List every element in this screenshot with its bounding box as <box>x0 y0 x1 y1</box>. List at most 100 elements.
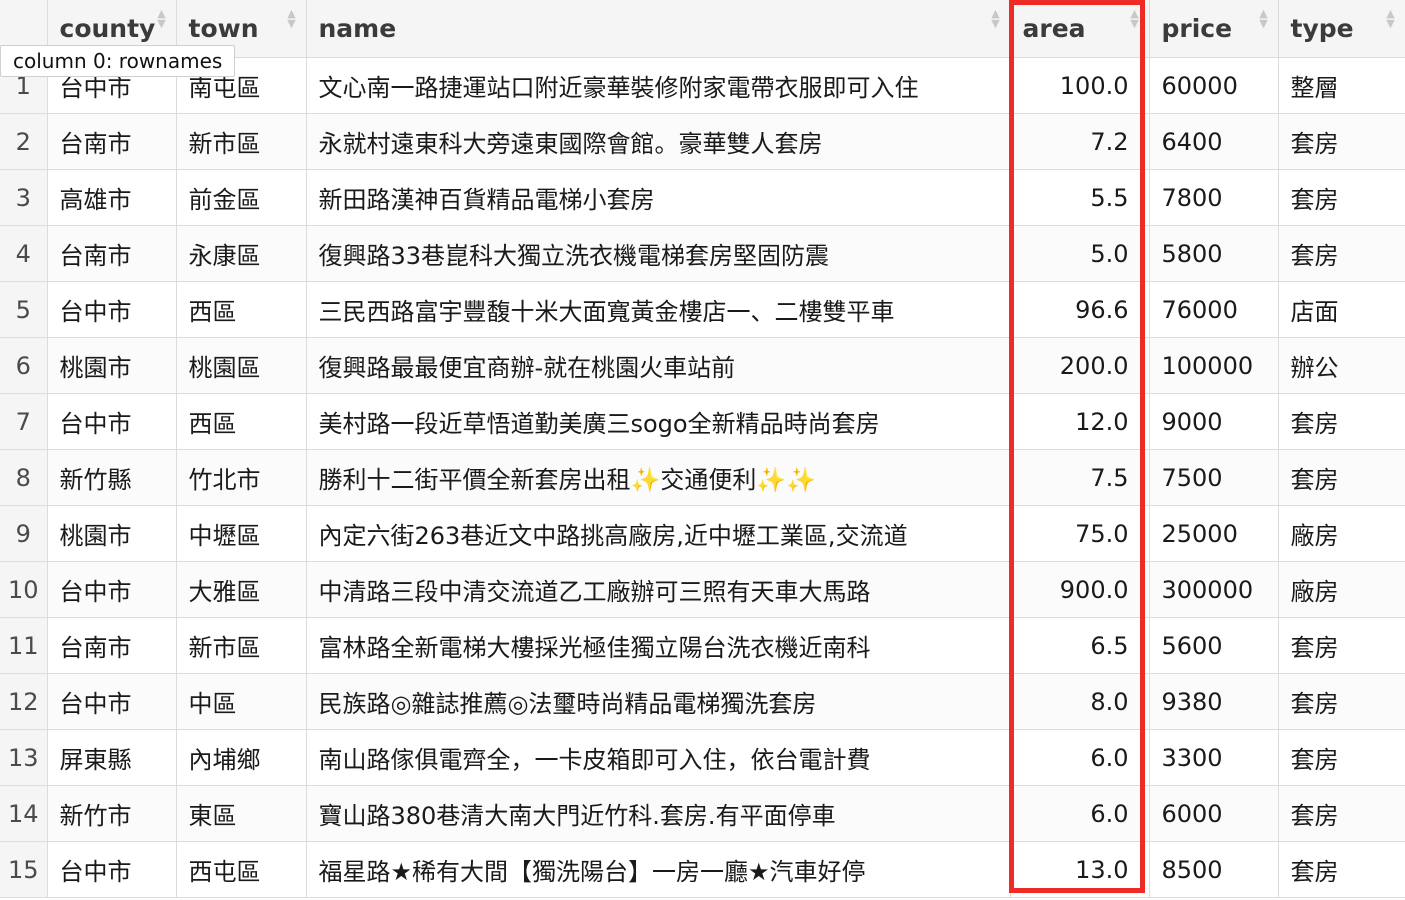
type-cell[interactable]: 店面 <box>1278 281 1405 338</box>
table-row[interactable]: 6 桃園市 桃園區 復興路最最便宜商辦-就在桃園火車站前 200.0 100000 辦公 <box>0 337 1405 394</box>
type-cell[interactable]: 廠房 <box>1278 505 1405 562</box>
name-cell[interactable]: 寶山路380巷清大南大門近竹科.套房.有平面停車 <box>306 785 1011 842</box>
name-cell[interactable]: 中清路三段中清交流道乙工廠辦可三照有天車大馬路 <box>306 561 1011 618</box>
area-cell[interactable]: 5.5 <box>1010 169 1150 226</box>
price-cell[interactable]: 6400 <box>1149 113 1279 170</box>
row-number-cell[interactable]: 2 <box>0 113 48 170</box>
area-cell[interactable]: 12.0 <box>1010 393 1150 450</box>
area-cell[interactable]: 6.0 <box>1010 785 1150 842</box>
column-header-type[interactable]: type ▲ ▼ <box>1278 0 1405 58</box>
name-cell[interactable]: 南山路傢俱電齊全，一卡皮箱即可入住，依台電計費 <box>306 729 1011 786</box>
town-cell[interactable]: 竹北市 <box>176 449 307 506</box>
row-number-cell[interactable]: 14 <box>0 785 48 842</box>
row-number-cell[interactable]: 10 <box>0 561 48 618</box>
row-number-cell[interactable]: 3 <box>0 169 48 226</box>
price-cell[interactable]: 25000 <box>1149 505 1279 562</box>
type-cell[interactable]: 套房 <box>1278 169 1405 226</box>
town-cell[interactable]: 西區 <box>176 281 307 338</box>
row-number-cell[interactable]: 5 <box>0 281 48 338</box>
sort-icon[interactable]: ▲ ▼ <box>1385 8 1397 31</box>
name-cell[interactable]: 三民西路富宇豐馥十米大面寬黃金樓店一、二樓雙平車 <box>306 281 1011 338</box>
county-cell[interactable]: 台中市 <box>47 673 177 730</box>
county-cell[interactable]: 台中市 <box>47 841 177 898</box>
name-cell[interactable]: 內定六街263巷近文中路挑高廠房,近中壢工業區,交流道 <box>306 505 1011 562</box>
table-row[interactable]: 9 桃園市 中壢區 內定六街263巷近文中路挑高廠房,近中壢工業區,交流道 75.0 25… <box>0 505 1405 562</box>
table-row[interactable]: 7 台中市 西區 美村路一段近草悟道勤美廣三sogo全新精品時尚套房 12.0 9000 套… <box>0 393 1405 450</box>
table-row[interactable]: 13 屏東縣 內埔鄉 南山路傢俱電齊全，一卡皮箱即可入住，依台電計費 6.0 3300 套房 <box>0 729 1405 786</box>
type-cell[interactable]: 套房 <box>1278 449 1405 506</box>
row-number-cell[interactable]: 4 <box>0 225 48 282</box>
town-cell[interactable]: 前金區 <box>176 169 307 226</box>
town-cell[interactable]: 中區 <box>176 673 307 730</box>
price-cell[interactable]: 300000 <box>1149 561 1279 618</box>
type-cell[interactable]: 套房 <box>1278 729 1405 786</box>
county-cell[interactable]: 台南市 <box>47 225 177 282</box>
table-row[interactable]: 8 新竹縣 竹北市 勝利十二街平價全新套房出租✨交通便利✨✨ 7.5 7500 套房 <box>0 449 1405 506</box>
price-cell[interactable]: 7500 <box>1149 449 1279 506</box>
row-number-cell[interactable]: 9 <box>0 505 48 562</box>
town-cell[interactable]: 西區 <box>176 393 307 450</box>
county-cell[interactable]: 台南市 <box>47 113 177 170</box>
price-cell[interactable]: 3300 <box>1149 729 1279 786</box>
row-number-cell[interactable]: 11 <box>0 617 48 674</box>
county-cell[interactable]: 台中市 <box>47 561 177 618</box>
name-cell[interactable]: 新田路漢神百貨精品電梯小套房 <box>306 169 1011 226</box>
price-cell[interactable]: 6000 <box>1149 785 1279 842</box>
name-cell[interactable]: 永就村遠東科大旁遠東國際會館。豪華雙人套房 <box>306 113 1011 170</box>
type-cell[interactable]: 套房 <box>1278 393 1405 450</box>
name-cell[interactable]: 福星路★稀有大間【獨洗陽台】一房一廳★汽車好停 <box>306 841 1011 898</box>
name-cell[interactable]: 美村路一段近草悟道勤美廣三sogo全新精品時尚套房 <box>306 393 1011 450</box>
type-cell[interactable]: 套房 <box>1278 673 1405 730</box>
type-cell[interactable]: 套房 <box>1278 617 1405 674</box>
area-cell[interactable]: 13.0 <box>1010 841 1150 898</box>
type-cell[interactable]: 辦公 <box>1278 337 1405 394</box>
town-cell[interactable]: 西屯區 <box>176 841 307 898</box>
table-row[interactable]: 15 台中市 西屯區 福星路★稀有大間【獨洗陽台】一房一廳★汽車好停 13.0 8500 套… <box>0 841 1405 898</box>
county-cell[interactable]: 新竹市 <box>47 785 177 842</box>
town-cell[interactable]: 桃園區 <box>176 337 307 394</box>
name-cell[interactable]: 民族路◎雜誌推薦◎法璽時尚精品電梯獨洗套房 <box>306 673 1011 730</box>
town-cell[interactable]: 東區 <box>176 785 307 842</box>
name-cell[interactable]: 富林路全新電梯大樓採光極佳獨立陽台洗衣機近南科 <box>306 617 1011 674</box>
area-cell[interactable]: 200.0 <box>1010 337 1150 394</box>
area-cell[interactable]: 6.0 <box>1010 729 1150 786</box>
table-row[interactable]: 5 台中市 西區 三民西路富宇豐馥十米大面寬黃金樓店一、二樓雙平車 96.6 76000 店… <box>0 281 1405 338</box>
row-number-cell[interactable]: 15 <box>0 841 48 898</box>
type-cell[interactable]: 套房 <box>1278 113 1405 170</box>
type-cell[interactable]: 套房 <box>1278 785 1405 842</box>
row-number-cell[interactable]: 6 <box>0 337 48 394</box>
county-cell[interactable]: 屏東縣 <box>47 729 177 786</box>
area-cell[interactable]: 6.5 <box>1010 617 1150 674</box>
area-cell[interactable]: 75.0 <box>1010 505 1150 562</box>
type-cell[interactable]: 整層 <box>1278 57 1405 114</box>
name-cell[interactable]: 勝利十二街平價全新套房出租✨交通便利✨✨ <box>306 449 1011 506</box>
price-cell[interactable]: 60000 <box>1149 57 1279 114</box>
sort-icon[interactable]: ▲ ▼ <box>990 8 1002 31</box>
name-cell[interactable]: 復興路最最便宜商辦-就在桃園火車站前 <box>306 337 1011 394</box>
table-row[interactable]: 4 台南市 永康區 復興路33巷崑科大獨立洗衣機電梯套房堅固防震 5.0 5800 套房 <box>0 225 1405 282</box>
price-cell[interactable]: 100000 <box>1149 337 1279 394</box>
town-cell[interactable]: 中壢區 <box>176 505 307 562</box>
row-number-cell[interactable]: 7 <box>0 393 48 450</box>
table-row[interactable]: 12 台中市 中區 民族路◎雜誌推薦◎法璽時尚精品電梯獨洗套房 8.0 9380 套房 <box>0 673 1405 730</box>
town-cell[interactable]: 新市區 <box>176 617 307 674</box>
sort-icon[interactable]: ▲ ▼ <box>1258 8 1270 31</box>
table-row[interactable]: 11 台南市 新市區 富林路全新電梯大樓採光極佳獨立陽台洗衣機近南科 6.5 5600 套房 <box>0 617 1405 674</box>
type-cell[interactable]: 廠房 <box>1278 561 1405 618</box>
type-cell[interactable]: 套房 <box>1278 841 1405 898</box>
county-cell[interactable]: 台中市 <box>47 281 177 338</box>
row-number-cell[interactable]: 8 <box>0 449 48 506</box>
sort-icon[interactable]: ▲ ▼ <box>156 8 168 31</box>
name-cell[interactable]: 文心南一路捷運站口附近豪華裝修附家電帶衣服即可入住 <box>306 57 1011 114</box>
price-cell[interactable]: 8500 <box>1149 841 1279 898</box>
price-cell[interactable]: 5600 <box>1149 617 1279 674</box>
area-cell[interactable]: 96.6 <box>1010 281 1150 338</box>
area-cell[interactable]: 5.0 <box>1010 225 1150 282</box>
county-cell[interactable]: 台南市 <box>47 617 177 674</box>
sort-icon[interactable]: ▲ ▼ <box>1129 8 1141 31</box>
table-row[interactable]: 10 台中市 大雅區 中清路三段中清交流道乙工廠辦可三照有天車大馬路 900.0 3000… <box>0 561 1405 618</box>
column-header-area[interactable]: area ▲ ▼ <box>1010 0 1150 58</box>
town-cell[interactable]: 內埔鄉 <box>176 729 307 786</box>
table-row[interactable]: 14 新竹市 東區 寶山路380巷清大南大門近竹科.套房.有平面停車 6.0 6000 套房 <box>0 785 1405 842</box>
price-cell[interactable]: 7800 <box>1149 169 1279 226</box>
